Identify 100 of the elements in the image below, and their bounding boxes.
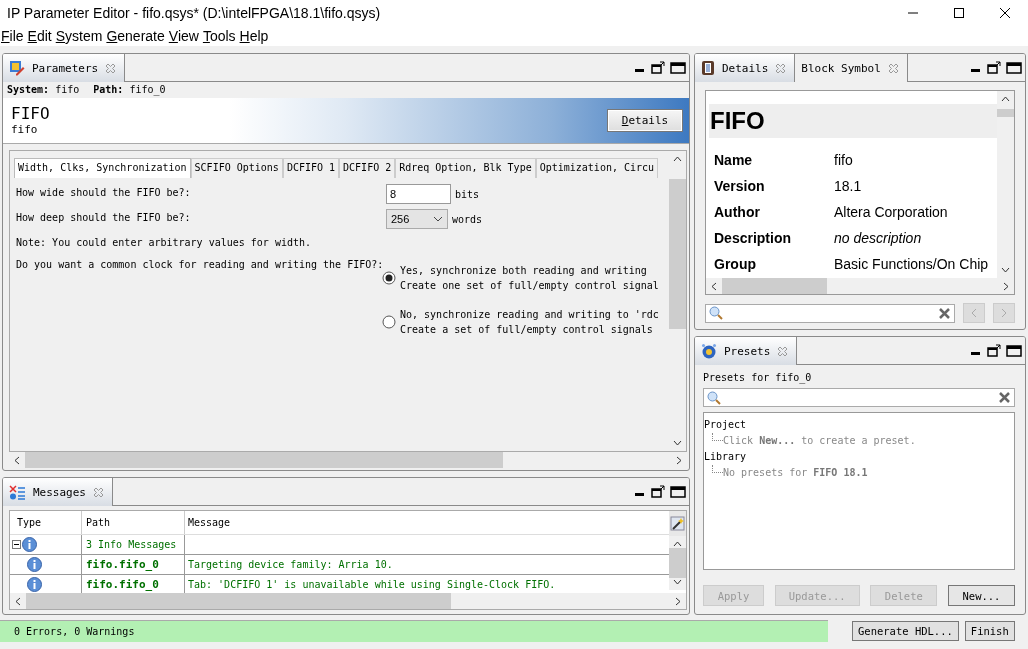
scroll-up-icon[interactable] bbox=[673, 540, 682, 548]
field-label: How deep should the FIFO be?: bbox=[16, 211, 192, 223]
search-field[interactable] bbox=[705, 303, 955, 323]
property-value: no description bbox=[834, 230, 923, 246]
panel-tab[interactable]: Details bbox=[695, 54, 796, 82]
menu-item[interactable]: Generate bbox=[105, 28, 168, 44]
chevron-left-icon bbox=[971, 308, 977, 318]
property-value: 18.1 bbox=[834, 178, 863, 194]
property-value: Altera Corporation bbox=[834, 204, 949, 220]
tab[interactable]: Width, Clks, Synchronization bbox=[14, 158, 191, 178]
panel-tab[interactable]: Presets bbox=[695, 337, 798, 365]
scroll-thumb[interactable] bbox=[669, 179, 686, 329]
maximize-icon[interactable] bbox=[1006, 61, 1022, 74]
menu-item[interactable]: Help bbox=[238, 28, 272, 44]
tab[interactable]: DCFIFO 1 bbox=[282, 158, 340, 178]
info-icon bbox=[22, 537, 37, 552]
panel-tab[interactable]: Messages bbox=[3, 478, 113, 506]
scroll-down-icon[interactable] bbox=[1001, 266, 1010, 274]
scroll-thumb[interactable] bbox=[25, 452, 504, 468]
details-button[interactable]: Details bbox=[607, 109, 683, 132]
footer-button[interactable]: Generate HDL... bbox=[852, 621, 959, 641]
maximize-icon[interactable] bbox=[1006, 344, 1022, 357]
info-icon bbox=[27, 557, 42, 572]
property-name: Description bbox=[714, 230, 792, 246]
radio-button[interactable] bbox=[382, 315, 396, 329]
vertical-scrollbar[interactable] bbox=[669, 536, 686, 590]
scroll-right-icon[interactable] bbox=[675, 455, 683, 465]
radio-label[interactable]: No, synchronize reading and writing to 'rdc Create a set of full/empty control signals bbox=[400, 307, 659, 337]
tab[interactable]: Rdreq Option, Blk Type bbox=[395, 158, 536, 178]
menu-item[interactable]: Tools bbox=[201, 28, 239, 44]
tree-item: Click New... to create a preset. bbox=[723, 434, 916, 448]
property-name: Name bbox=[714, 152, 754, 168]
restore-icon[interactable] bbox=[651, 485, 665, 498]
column-header[interactable]: Type bbox=[17, 517, 42, 528]
horizontal-scrollbar[interactable] bbox=[10, 593, 686, 609]
scroll-down-icon[interactable] bbox=[673, 439, 682, 447]
restore-icon[interactable] bbox=[651, 61, 665, 74]
menu-item[interactable]: File bbox=[0, 28, 27, 44]
scroll-thumb[interactable] bbox=[997, 109, 1014, 117]
close-icon[interactable] bbox=[777, 345, 789, 357]
column-header[interactable]: Message bbox=[188, 517, 231, 528]
scroll-right-icon[interactable] bbox=[1002, 281, 1010, 291]
unit-label: words bbox=[452, 213, 483, 225]
scroll-thumb[interactable] bbox=[26, 593, 452, 609]
radio-button[interactable] bbox=[382, 271, 396, 285]
clear-icon[interactable] bbox=[938, 306, 951, 320]
menu-item[interactable]: View bbox=[167, 28, 202, 44]
restore-icon[interactable] bbox=[987, 344, 1001, 357]
message-path: fifo.fifo_0 bbox=[86, 578, 159, 591]
depth-dropdown[interactable]: 256 bbox=[386, 209, 448, 229]
path-info: Path: fifo_0 bbox=[93, 84, 166, 96]
property-value: fifo bbox=[834, 152, 854, 168]
close-icon[interactable] bbox=[93, 486, 104, 498]
scroll-thumb[interactable] bbox=[722, 278, 827, 294]
tab[interactable]: Optimization, Circu bbox=[535, 158, 659, 178]
menu-item[interactable]: System bbox=[54, 28, 106, 44]
clear-icon[interactable] bbox=[998, 391, 1011, 404]
pencil-icon bbox=[9, 60, 25, 76]
restore-icon[interactable] bbox=[987, 61, 1001, 74]
horizontal-scrollbar[interactable] bbox=[706, 278, 1014, 294]
vertical-scrollbar[interactable] bbox=[997, 91, 1014, 278]
scroll-up-icon[interactable] bbox=[673, 155, 682, 163]
message-text: Targeting device family: Arria 10. bbox=[188, 559, 393, 570]
radio-label[interactable]: Yes, synchronize both reading and writing Create one set of full/empty control signal bbox=[400, 263, 659, 293]
close-icon[interactable] bbox=[775, 62, 787, 74]
footer-button[interactable]: Finish bbox=[964, 621, 1015, 641]
component-title: FIFO bbox=[11, 105, 50, 123]
scroll-left-icon[interactable] bbox=[710, 281, 718, 291]
search-field[interactable] bbox=[703, 388, 1015, 407]
panel-tab[interactable]: Parameters bbox=[3, 54, 126, 82]
chevron-down-icon bbox=[433, 216, 443, 222]
field-label: Do you want a common clock for reading and writing the FIFO?: bbox=[16, 258, 382, 270]
presets-heading: Presets for fifo_0 bbox=[703, 372, 813, 383]
message-list-icon bbox=[9, 484, 26, 500]
menu-item[interactable]: Edit bbox=[26, 28, 55, 44]
scroll-left-icon[interactable] bbox=[13, 455, 21, 465]
width-input[interactable]: 8 bbox=[386, 184, 451, 204]
window-title: IP Parameter Editor - fifo.qsys* (D:\intelFPGA\18.1\fifo.qsys) bbox=[7, 5, 381, 21]
scroll-left-icon[interactable] bbox=[14, 596, 22, 606]
group-label: 3 Info Messages bbox=[86, 539, 177, 550]
collapse-icon[interactable] bbox=[12, 540, 21, 549]
column-header[interactable]: Path bbox=[86, 517, 111, 528]
maximize-icon[interactable] bbox=[670, 485, 686, 498]
property-name: Author bbox=[714, 204, 761, 220]
tab[interactable]: DCFIFO 2 bbox=[339, 158, 396, 178]
panel-tab[interactable]: Block Symbol bbox=[795, 54, 908, 82]
scroll-up-icon[interactable] bbox=[1001, 95, 1010, 103]
preset-button[interactable]: New... bbox=[947, 585, 1015, 606]
tree-item[interactable]: Library bbox=[704, 451, 747, 462]
scroll-thumb[interactable] bbox=[669, 548, 686, 578]
wand-icon[interactable] bbox=[670, 516, 685, 531]
close-icon[interactable] bbox=[105, 62, 117, 74]
tree-item[interactable]: Project bbox=[704, 419, 747, 430]
maximize-icon[interactable] bbox=[670, 61, 686, 74]
scroll-down-icon[interactable] bbox=[673, 578, 682, 586]
document-icon bbox=[701, 60, 715, 76]
tab[interactable]: SCFIFO Options bbox=[190, 158, 283, 178]
scroll-right-icon[interactable] bbox=[674, 596, 682, 606]
property-name: Group bbox=[714, 256, 757, 272]
property-value: Basic Functions/On Chip bbox=[834, 256, 990, 272]
